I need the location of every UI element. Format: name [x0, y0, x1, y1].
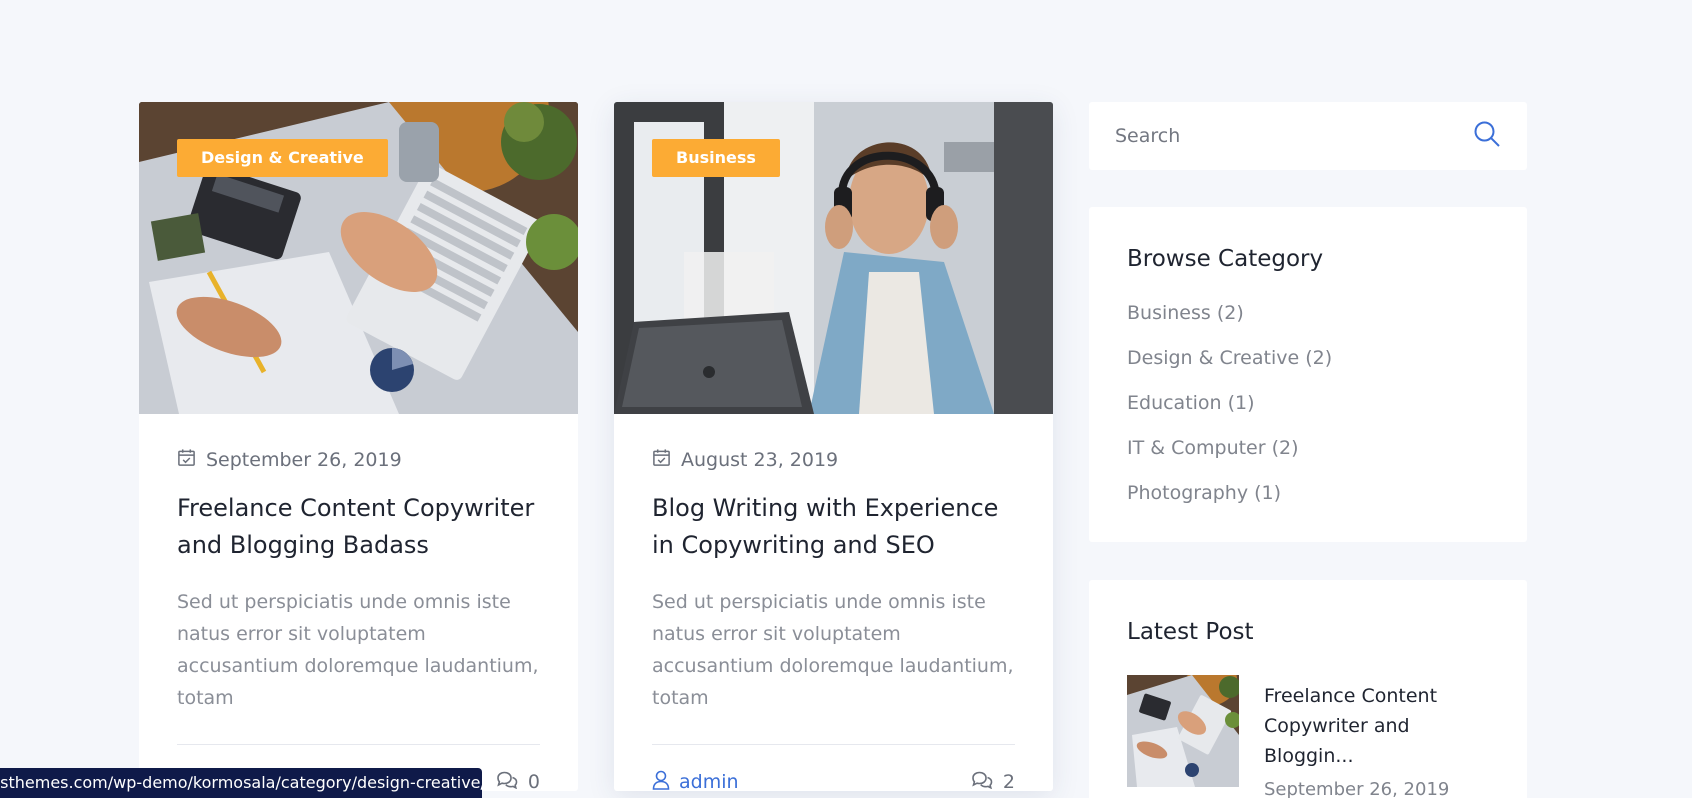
post-thumbnail-office-desk[interactable]: Design & Creative — [139, 102, 578, 414]
latest-post-thumbnail[interactable] — [1127, 675, 1239, 787]
latest-post-item[interactable]: Freelance Content Copywriter and Bloggin… — [1127, 675, 1489, 798]
latest-widget-title: Latest Post — [1127, 619, 1254, 645]
category-item-it-computer[interactable]: IT & Computer (2) — [1127, 433, 1489, 478]
category-item-photography[interactable]: Photography (1) — [1127, 478, 1489, 523]
latest-post-widget: Latest Post Freelance Content Copywriter… — [1089, 580, 1527, 798]
post-body: September 26, 2019 Freelance Content Cop… — [139, 414, 578, 791]
post-author-link[interactable]: admin — [652, 770, 739, 792]
post-footer: admin 2 — [652, 745, 1015, 791]
post-date-text: August 23, 2019 — [681, 449, 839, 471]
calendar-check-icon — [652, 448, 671, 472]
office-desk-image — [1127, 675, 1239, 787]
blog-page: Design & Creative September 26, 2019 Fre… — [0, 0, 1692, 798]
post-title[interactable]: Blog Writing with Experience in Copywrit… — [652, 490, 1015, 564]
search-widget — [1089, 102, 1527, 170]
comment-count: 2 — [1002, 771, 1015, 791]
post-excerpt: Sed ut perspiciatis unde omnis iste natu… — [652, 591, 1014, 709]
category-widget-title: Browse Category — [1127, 246, 1324, 272]
post-thumbnail-man-headphones[interactable]: Business — [614, 102, 1053, 414]
search-icon[interactable] — [1473, 120, 1501, 152]
post-comments[interactable]: 0 — [496, 771, 540, 792]
comment-count: 0 — [527, 771, 540, 791]
calendar-check-icon — [177, 448, 196, 472]
search-input[interactable] — [1115, 125, 1445, 147]
latest-post-date: September 26, 2019 — [1264, 779, 1450, 798]
category-item-business[interactable]: Business (2) — [1127, 298, 1489, 343]
post-date-text: September 26, 2019 — [206, 449, 402, 471]
post-comments[interactable]: 2 — [971, 771, 1015, 792]
latest-post-info: Freelance Content Copywriter and Bloggin… — [1264, 675, 1494, 798]
post-date: August 23, 2019 — [652, 448, 1015, 472]
category-badge[interactable]: Design & Creative — [177, 139, 388, 177]
category-item-education[interactable]: Education (1) — [1127, 388, 1489, 433]
user-icon — [652, 770, 670, 792]
post-date: September 26, 2019 — [177, 448, 540, 472]
category-widget: Browse Category Business (2) Design & Cr… — [1089, 207, 1527, 542]
category-list: Business (2) Design & Creative (2) Educa… — [1127, 298, 1489, 523]
link-preview-status-bar: usthemes.com/wp-demo/kormosala/category/… — [0, 768, 482, 798]
post-body: August 23, 2019 Blog Writing with Experi… — [614, 414, 1053, 791]
post-card: Design & Creative September 26, 2019 Fre… — [139, 102, 578, 791]
post-author-name: admin — [679, 771, 739, 791]
latest-post-title[interactable]: Freelance Content Copywriter and Bloggin… — [1264, 681, 1494, 771]
category-badge[interactable]: Business — [652, 139, 780, 177]
comments-icon — [496, 771, 518, 792]
post-excerpt: Sed ut perspiciatis unde omnis iste natu… — [177, 591, 539, 709]
post-card: Business August 23, 2019 Blog Writing wi… — [614, 102, 1053, 791]
category-item-design-creative[interactable]: Design & Creative (2) — [1127, 343, 1489, 388]
comments-icon — [971, 771, 993, 792]
post-title[interactable]: Freelance Content Copywriter and Bloggin… — [177, 490, 540, 564]
